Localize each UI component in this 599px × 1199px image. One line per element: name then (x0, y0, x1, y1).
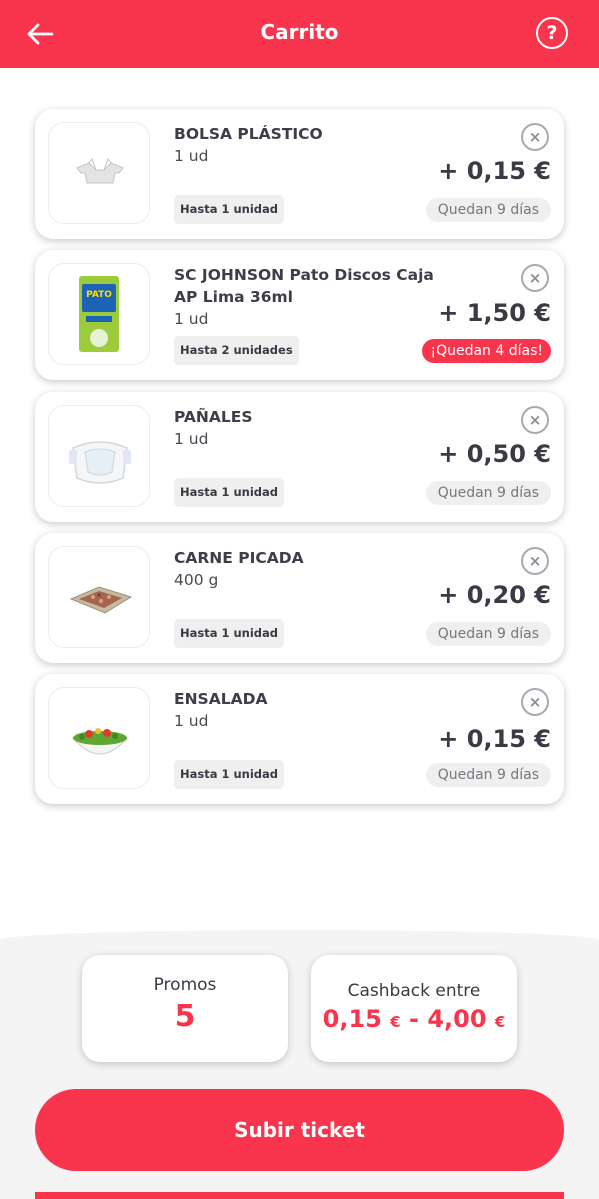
product-name: PAÑALES (174, 408, 253, 426)
product-price: + 0,50 € (438, 440, 551, 468)
cashback-card: Cashback entre 0,15 € - 4,00 € (311, 955, 517, 1062)
days-left-badge: Quedan 9 días (425, 622, 551, 646)
days-left-badge: Quedan 9 días (425, 763, 551, 787)
product-price: + 1,50 € (438, 299, 551, 327)
product-quantity: 1 ud (174, 430, 209, 448)
cashback-separator: - (409, 1005, 419, 1033)
top-bar: Carrito ? (0, 0, 599, 68)
product-image-carne (48, 546, 150, 648)
cart-item-panales: PAÑALES 1 ud Hasta 1 unidad × + 0,50 € Q… (35, 392, 564, 522)
remove-item-button[interactable]: × (521, 123, 549, 151)
product-name: BOLSA PLÁSTICO (174, 125, 323, 143)
remove-item-button[interactable]: × (521, 406, 549, 434)
product-quantity: 1 ud (174, 310, 209, 328)
days-left-badge-urgent: ¡Quedan 4 días! (422, 339, 551, 363)
product-name: SC JOHNSON Pato Discos Caja AP Lima 36ml (174, 266, 434, 306)
cashback-max: 4,00 (427, 1005, 487, 1033)
upload-ticket-button[interactable]: Subir ticket (35, 1089, 564, 1171)
promos-label: Promos (153, 975, 217, 995)
cashback-label: Cashback entre (347, 981, 481, 1001)
product-image-ensalada (48, 687, 150, 789)
product-name: CARNE PICADA (174, 549, 304, 567)
upload-ticket-button-shadow (35, 1192, 564, 1199)
cart-item-bolsa-plastico: BOLSA PLÁSTICO 1 ud Hasta 1 unidad × + 0… (35, 109, 564, 239)
product-name: ENSALADA (174, 690, 268, 708)
limit-badge: Hasta 1 unidad (174, 619, 285, 648)
limit-badge: Hasta 1 unidad (174, 195, 285, 224)
promos-count: 5 (174, 999, 196, 1034)
product-price: + 0,15 € (438, 157, 551, 185)
remove-item-button[interactable]: × (521, 688, 549, 716)
cashback-range: 0,15 € - 4,00 € (311, 1005, 517, 1033)
days-left-badge: Quedan 9 días (425, 198, 551, 222)
remove-item-button[interactable]: × (521, 264, 549, 292)
cashback-min: 0,15 (322, 1005, 382, 1033)
days-left-badge: Quedan 9 días (425, 481, 551, 505)
product-image-pato: PATO (48, 263, 150, 365)
cart-item-pato-discos: PATO SC JOHNSON Pato Discos Caja AP Lima… (35, 250, 564, 380)
limit-badge: Hasta 2 unidades (174, 336, 299, 365)
limit-badge: Hasta 1 unidad (174, 760, 285, 789)
cart-item-ensalada: ENSALADA 1 ud Hasta 1 unidad × + 0,15 € … (35, 674, 564, 804)
limit-badge: Hasta 1 unidad (174, 478, 285, 507)
currency-symbol: € (494, 1013, 506, 1031)
page-title: Carrito (260, 20, 339, 44)
product-image-panales (48, 405, 150, 507)
cart-item-carne-picada: CARNE PICADA 400 g Hasta 1 unidad × + 0,… (35, 533, 564, 663)
product-quantity: 1 ud (174, 712, 209, 730)
product-brand-text: PATO (86, 290, 112, 300)
currency-symbol: € (390, 1013, 401, 1031)
product-price: + 0,20 € (438, 581, 551, 609)
promos-card: Promos 5 (82, 955, 288, 1062)
remove-item-button[interactable]: × (521, 547, 549, 575)
product-price: + 0,15 € (438, 725, 551, 753)
product-image-bolsa (48, 122, 150, 224)
question-circle-icon[interactable]: ? (536, 17, 568, 49)
product-quantity: 400 g (174, 571, 219, 589)
product-quantity: 1 ud (174, 147, 209, 165)
